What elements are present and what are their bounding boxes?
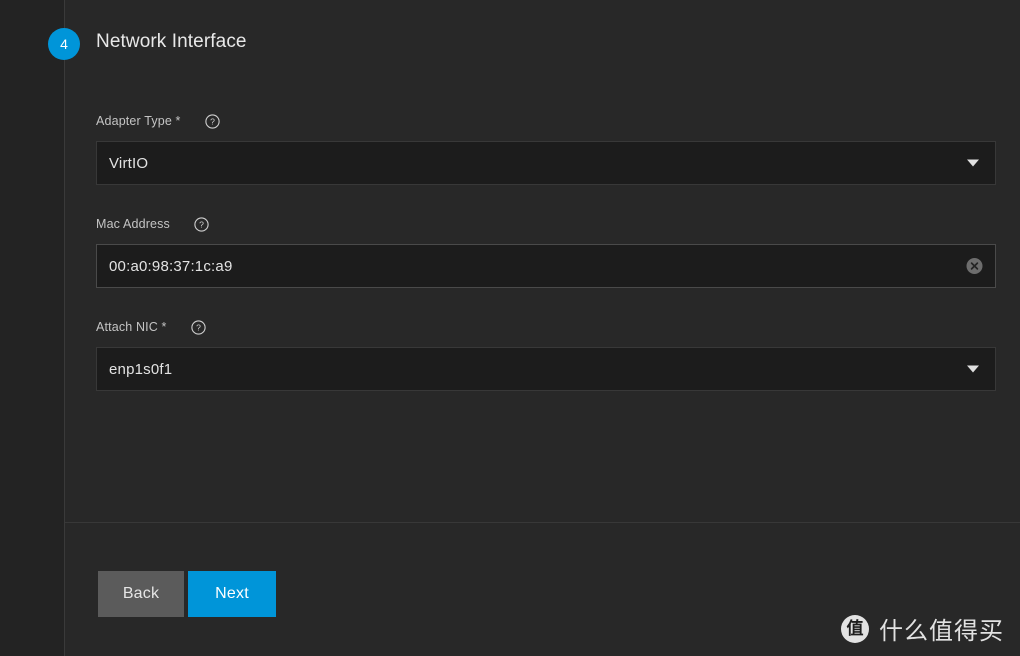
field-label-row: Mac Address ? [96, 213, 996, 235]
help-circle-icon[interactable]: ? [194, 216, 209, 232]
field-mac-address: Mac Address ? 00:a0:98:37:1c:a9 [96, 213, 996, 288]
watermark: 值 什么值得买 [841, 611, 1004, 646]
chevron-down-icon[interactable] [967, 159, 979, 167]
help-circle-icon[interactable]: ? [190, 319, 206, 335]
field-label-row: Attach NIC * ? [96, 316, 996, 338]
network-interface-form: Adapter Type * ? VirtIO Mac Address ? 00… [96, 110, 996, 419]
attach-nic-value: enp1s0f1 [109, 360, 173, 378]
attach-nic-select[interactable]: enp1s0f1 [96, 347, 996, 391]
footer-divider [65, 522, 1020, 523]
svg-text:?: ? [199, 219, 204, 229]
next-button[interactable]: Next [188, 571, 276, 617]
mac-address-label: Mac Address [96, 217, 170, 231]
step-number-badge: 4 [48, 28, 80, 60]
field-label-row: Adapter Type * ? [96, 110, 996, 132]
chevron-down-icon[interactable] [967, 365, 979, 373]
attach-nic-label: Attach NIC * [96, 320, 167, 334]
adapter-type-value: VirtIO [109, 154, 149, 172]
help-circle-icon[interactable]: ? [204, 113, 220, 129]
mac-address-value: 00:a0:98:37:1c:a9 [109, 257, 233, 275]
step-header: 4 Network Interface [0, 0, 1020, 88]
field-attach-nic: Attach NIC * ? enp1s0f1 [96, 316, 996, 391]
mac-address-input[interactable]: 00:a0:98:37:1c:a9 [96, 244, 996, 288]
watermark-text: 什么值得买 [879, 617, 1004, 645]
wizard-footer: Back Next [98, 571, 276, 617]
page-title: Network Interface [96, 31, 247, 52]
adapter-type-select[interactable]: VirtIO [96, 141, 996, 185]
svg-text:?: ? [196, 322, 201, 332]
field-adapter-type: Adapter Type * ? VirtIO [96, 110, 996, 185]
svg-text:?: ? [210, 116, 215, 126]
clear-circle-icon[interactable] [966, 258, 983, 275]
watermark-logo-icon: 值 [841, 614, 869, 643]
back-button[interactable]: Back [98, 571, 184, 617]
wizard-step-panel: 4 Network Interface Adapter Type * ? Vir… [0, 0, 1020, 656]
left-gutter [0, 0, 64, 656]
adapter-type-label: Adapter Type * [96, 114, 181, 128]
